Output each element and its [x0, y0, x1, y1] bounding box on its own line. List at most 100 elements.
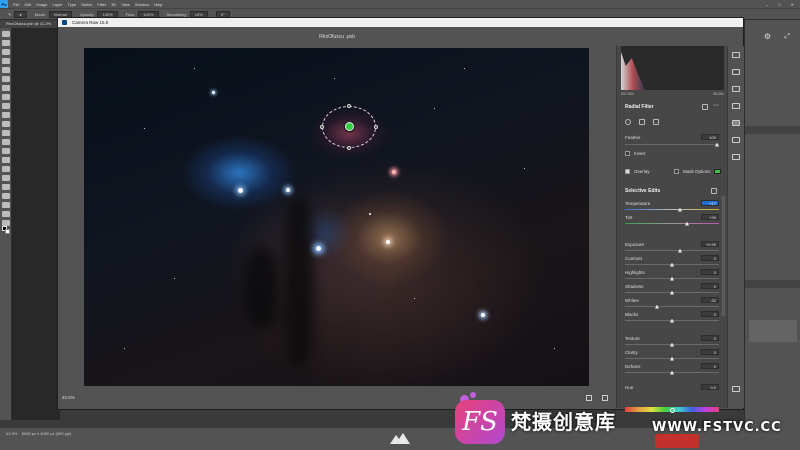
- clarity-slider-knob[interactable]: [670, 356, 674, 361]
- zoom-level[interactable]: 40.5%: [62, 395, 75, 400]
- pen-tool-icon[interactable]: [2, 166, 10, 172]
- tint-slider-knob[interactable]: [685, 221, 689, 226]
- feather-value[interactable]: 100: [701, 134, 719, 140]
- contrast-value[interactable]: 0: [701, 255, 719, 261]
- radial-filter-pin[interactable]: [345, 122, 354, 131]
- dehaze-value[interactable]: 0: [701, 363, 719, 369]
- exposure-slider[interactable]: [625, 248, 719, 253]
- crop-tool-icon[interactable]: [2, 67, 10, 73]
- panel-scrollbar[interactable]: [722, 196, 725, 316]
- more-options-icon[interactable]: ⋯: [713, 102, 719, 109]
- whites-slider-knob[interactable]: [655, 304, 659, 309]
- exposure-value[interactable]: +0.95: [701, 241, 719, 247]
- dehaze-slider-knob[interactable]: [670, 370, 674, 375]
- menu-layer[interactable]: Layer: [52, 2, 62, 7]
- shape-tool-icon[interactable]: [2, 193, 10, 199]
- radial-filter-tool-icon[interactable]: [625, 119, 631, 125]
- blacks-slider[interactable]: [625, 318, 719, 323]
- temperature-value[interactable]: +17: [701, 200, 719, 206]
- shadows-slider[interactable]: [625, 290, 719, 295]
- shadows-value[interactable]: 0: [701, 283, 719, 289]
- radial-filter-handle[interactable]: [320, 125, 324, 129]
- menu-3d[interactable]: 3D: [111, 2, 116, 7]
- path-select-tool-icon[interactable]: [2, 184, 10, 190]
- photo-preview[interactable]: [84, 48, 589, 386]
- eraser-icon[interactable]: [653, 119, 659, 125]
- overlay-color-swatch[interactable]: [714, 169, 721, 174]
- highlights-slider[interactable]: [625, 276, 719, 281]
- settings-gear-icon[interactable]: ⚙: [764, 27, 771, 47]
- overlay-checkbox[interactable]: [625, 169, 630, 174]
- reset-selective-icon[interactable]: [711, 188, 717, 194]
- close-icon[interactable]: ✕: [791, 2, 794, 7]
- menu-help[interactable]: Help: [154, 2, 162, 7]
- quick-select-tool-icon[interactable]: [2, 58, 10, 64]
- dodge-tool-icon[interactable]: [2, 157, 10, 163]
- radial-filter-icon[interactable]: [732, 120, 740, 126]
- move-tool-icon[interactable]: [2, 31, 10, 37]
- panel-tab-strip[interactable]: [745, 126, 800, 134]
- texture-slider[interactable]: [625, 342, 719, 347]
- menu-edit[interactable]: Edit: [24, 2, 31, 7]
- marquee-tool-icon[interactable]: [2, 40, 10, 46]
- exposure-slider-knob[interactable]: [678, 248, 682, 253]
- history-brush-tool-icon[interactable]: [2, 121, 10, 127]
- presets-icon[interactable]: [732, 154, 740, 160]
- feather-slider[interactable]: [625, 142, 719, 147]
- feather-slider-knob[interactable]: [715, 142, 719, 147]
- gradient-tool-icon[interactable]: [2, 139, 10, 145]
- temperature-slider-knob[interactable]: [678, 207, 682, 212]
- radial-filter-handle[interactable]: [374, 125, 378, 129]
- edit-sliders-icon[interactable]: [732, 52, 740, 58]
- blacks-value[interactable]: 0: [701, 311, 719, 317]
- brush-mask-icon[interactable]: [732, 103, 740, 109]
- hue-value[interactable]: 0.0: [701, 384, 719, 390]
- layer-thumbnail[interactable]: [749, 320, 797, 342]
- document-tab[interactable]: RhoOfuscu.psb @ 41.3%: [0, 20, 57, 28]
- stamp-tool-icon[interactable]: [2, 112, 10, 118]
- maximize-icon[interactable]: □: [778, 2, 780, 7]
- hand-tool-icon[interactable]: [2, 202, 10, 208]
- healing-tool-icon[interactable]: [2, 94, 10, 100]
- menu-filter[interactable]: Filter: [97, 2, 106, 7]
- highlights-slider-knob[interactable]: [670, 276, 674, 281]
- brush-icon[interactable]: [639, 119, 645, 125]
- type-tool-icon[interactable]: [2, 175, 10, 181]
- shadows-slider-knob[interactable]: [670, 290, 674, 295]
- mask-options-checkbox[interactable]: [674, 169, 679, 174]
- menu-file[interactable]: File: [13, 2, 19, 7]
- minimize-icon[interactable]: –: [766, 2, 768, 7]
- eraser-tool-icon[interactable]: [2, 130, 10, 136]
- whites-value[interactable]: -32: [701, 297, 719, 303]
- panel-tab-strip[interactable]: [745, 280, 800, 288]
- lasso-tool-icon[interactable]: [2, 49, 10, 55]
- more-tools-icon[interactable]: [732, 386, 740, 392]
- radial-filter-handle[interactable]: [347, 104, 351, 108]
- highlights-value[interactable]: 0: [701, 269, 719, 275]
- reset-icon[interactable]: [702, 104, 708, 110]
- red-eye-icon[interactable]: [732, 137, 740, 143]
- texture-value[interactable]: 0: [701, 335, 719, 341]
- hue-slider-knob[interactable]: [670, 407, 675, 413]
- tint-slider[interactable]: [625, 221, 719, 226]
- zoom-tool-icon[interactable]: [2, 211, 10, 217]
- tint-value[interactable]: +39: [701, 214, 719, 220]
- clarity-value[interactable]: 0: [701, 349, 719, 355]
- texture-slider-knob[interactable]: [670, 342, 674, 347]
- radial-filter-handle[interactable]: [347, 146, 351, 150]
- frame-tool-icon[interactable]: [2, 76, 10, 82]
- temperature-slider[interactable]: [625, 207, 719, 212]
- invert-checkbox[interactable]: [625, 151, 630, 156]
- healing-icon[interactable]: [732, 86, 740, 92]
- brush-preset-picker[interactable]: ✎ ●: [8, 10, 27, 18]
- menu-select[interactable]: Select: [81, 2, 92, 7]
- whites-slider[interactable]: [625, 304, 719, 309]
- clarity-slider[interactable]: [625, 356, 719, 361]
- menu-image[interactable]: Image: [36, 2, 47, 7]
- contrast-slider-knob[interactable]: [670, 262, 674, 267]
- fullscreen-icon[interactable]: ⤢: [784, 27, 790, 47]
- brush-tool-icon[interactable]: [2, 103, 10, 109]
- menu-window[interactable]: Window: [135, 2, 149, 7]
- blur-tool-icon[interactable]: [2, 148, 10, 154]
- menu-type[interactable]: Type: [68, 2, 77, 7]
